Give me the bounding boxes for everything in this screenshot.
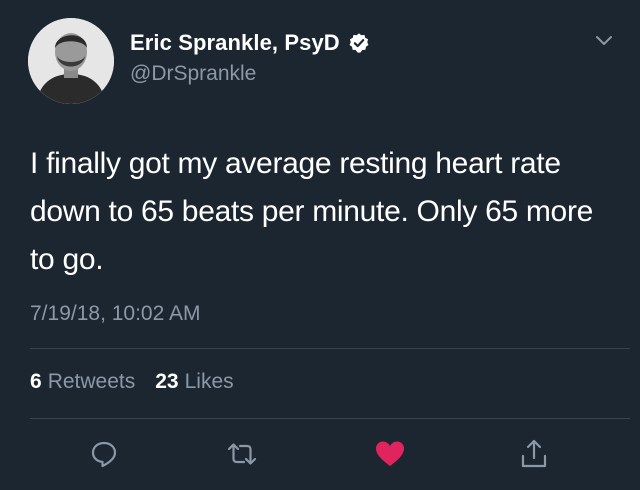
reply-icon bbox=[91, 441, 117, 468]
avatar[interactable] bbox=[28, 18, 114, 104]
share-icon bbox=[521, 439, 547, 468]
like-button[interactable] bbox=[372, 436, 408, 472]
likes-count[interactable]: 23 bbox=[155, 370, 178, 394]
likes-label[interactable]: Likes bbox=[185, 370, 234, 394]
divider bbox=[30, 418, 630, 419]
retweet-button[interactable] bbox=[224, 436, 260, 472]
retweets-label[interactable]: Retweets bbox=[48, 370, 136, 394]
reply-button[interactable] bbox=[86, 436, 122, 472]
tweet-timestamp[interactable]: 7/19/18, 10:02 AM bbox=[30, 302, 200, 326]
chevron-down-icon[interactable] bbox=[594, 34, 614, 48]
action-bar bbox=[0, 436, 640, 472]
heart-icon bbox=[376, 441, 404, 466]
tweet-stats: 6 Retweets 23 Likes bbox=[30, 370, 234, 394]
tweet-text: I finally got my average resting heart r… bbox=[30, 147, 594, 276]
retweets-count[interactable]: 6 bbox=[30, 370, 42, 394]
share-button[interactable] bbox=[516, 436, 552, 472]
divider bbox=[30, 348, 630, 349]
avatar-image bbox=[28, 18, 114, 104]
retweet-icon bbox=[227, 443, 257, 465]
name-row: Eric Sprankle, PsyD bbox=[130, 30, 370, 56]
user-handle[interactable]: @DrSprankle bbox=[130, 62, 256, 86]
display-name[interactable]: Eric Sprankle, PsyD bbox=[130, 30, 340, 56]
verified-badge-icon bbox=[348, 32, 370, 54]
tweet-card: Eric Sprankle, PsyD @DrSprankle I finall… bbox=[0, 0, 640, 490]
